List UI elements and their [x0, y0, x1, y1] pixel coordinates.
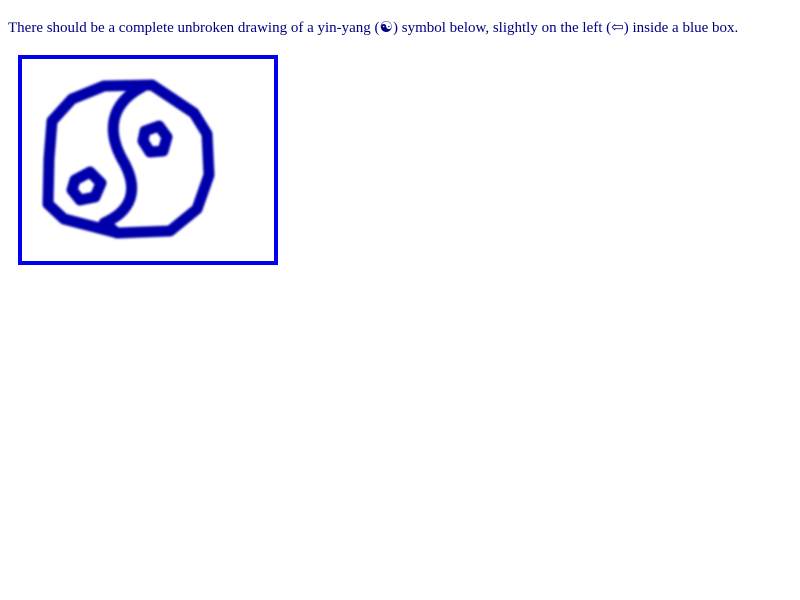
- yin-yang-upper-dot: [137, 120, 173, 158]
- blue-box: [18, 55, 278, 265]
- yin-yang-icon: [42, 79, 215, 239]
- yin-yang-lower-dot: [66, 166, 107, 206]
- instruction-text: There should be a complete unbroken draw…: [8, 20, 739, 36]
- yin-yang-s-curve: [98, 81, 148, 239]
